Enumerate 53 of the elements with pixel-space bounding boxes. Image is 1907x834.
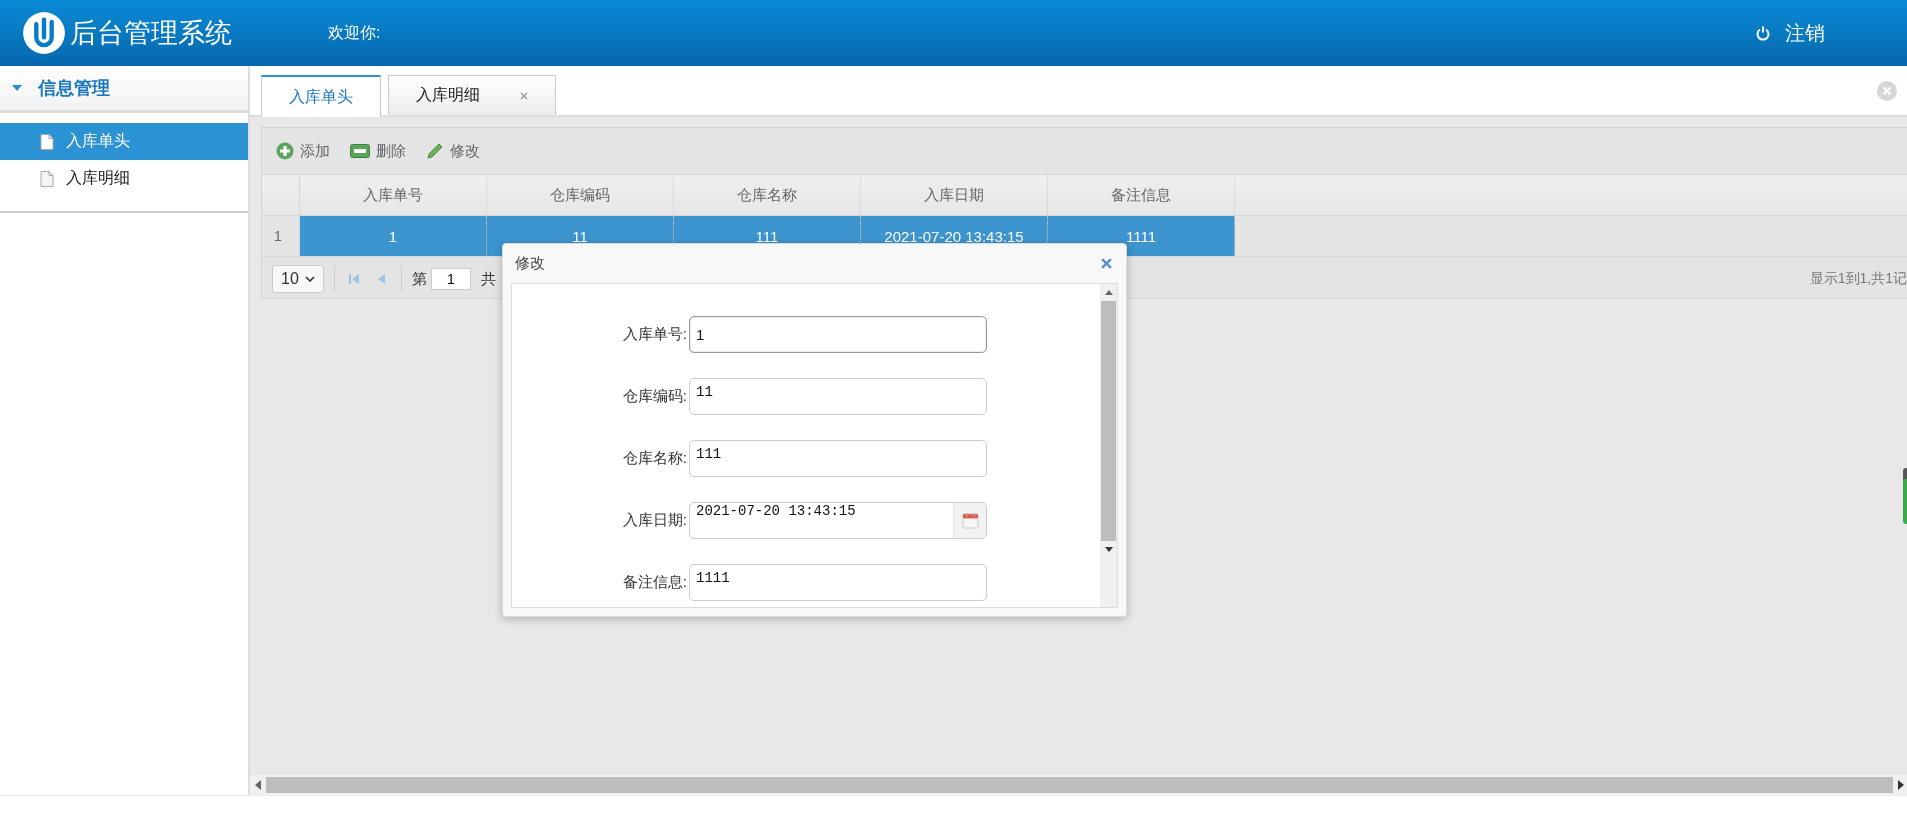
scroll-down-icon[interactable] — [1104, 547, 1113, 552]
pencil-icon — [426, 142, 444, 160]
column-header[interactable]: 入库日期 — [861, 175, 1048, 215]
field-label: 备注信息: — [621, 573, 688, 592]
document-icon — [40, 133, 54, 150]
scroll-right-icon[interactable] — [1897, 780, 1905, 790]
power-icon — [1755, 25, 1771, 41]
column-header[interactable]: 仓库编码 — [487, 175, 674, 215]
field-label: 仓库名称: — [621, 449, 688, 468]
date-field[interactable]: 2021-07-20 13:43:15 — [689, 502, 987, 539]
input-field[interactable]: 1 — [689, 316, 987, 353]
input-field[interactable]: 111 — [689, 440, 987, 477]
app-title: 后台管理系统 — [70, 17, 232, 50]
field-label: 入库日期: — [621, 511, 688, 530]
document-icon — [40, 170, 54, 187]
logout-link[interactable]: 注销 — [1755, 19, 1825, 47]
first-page-icon[interactable] — [347, 273, 360, 285]
close-icon[interactable] — [1877, 80, 1897, 101]
sidebar-item[interactable]: 入库单头 — [0, 123, 248, 160]
horizontal-scrollbar[interactable] — [250, 775, 1907, 795]
input-field[interactable]: 1111 — [689, 564, 987, 601]
column-header[interactable]: 仓库名称 — [674, 175, 861, 215]
caret-icon — [12, 83, 22, 93]
welcome-text: 欢迎你: — [328, 22, 381, 43]
chevron-down-icon — [304, 276, 315, 282]
calendar-icon[interactable] — [961, 512, 979, 529]
column-header[interactable]: 入库单号 — [300, 175, 487, 215]
vertical-scrollbar[interactable] — [1100, 284, 1117, 607]
record-summary: 显示1到1,共1记 — [1809, 270, 1907, 288]
field-label: 入库单号: — [621, 325, 688, 344]
logo-icon — [22, 11, 66, 55]
table-cell: 1 — [300, 216, 487, 256]
close-icon[interactable] — [1101, 258, 1112, 269]
minus-icon — [350, 144, 370, 158]
toolbar-button[interactable]: 删除 — [348, 139, 408, 163]
sidebar-item[interactable]: 入库明细 — [0, 160, 248, 197]
scroll-left-icon[interactable] — [254, 780, 262, 790]
page-size-select[interactable]: 10 — [272, 265, 324, 293]
toolbar-button[interactable]: 修改 — [424, 139, 482, 163]
field-label: 仓库编码: — [621, 387, 688, 406]
column-header[interactable]: 备注信息 — [1048, 175, 1235, 215]
tab[interactable]: 入库明细 — [388, 75, 556, 115]
side-handle[interactable] — [1903, 468, 1907, 524]
close-icon[interactable] — [520, 91, 528, 100]
toolbar-button[interactable]: 添加 — [274, 139, 332, 163]
page-label: 第 — [411, 269, 427, 289]
dialog-title: 修改 — [515, 254, 545, 273]
tab[interactable]: 入库单头 — [261, 75, 381, 117]
input-field[interactable]: 11 — [689, 378, 987, 415]
page-total-label: 共 — [480, 269, 496, 289]
page-input[interactable]: 1 — [430, 268, 471, 290]
plus-icon — [276, 142, 294, 160]
scroll-up-icon[interactable] — [1104, 290, 1113, 295]
